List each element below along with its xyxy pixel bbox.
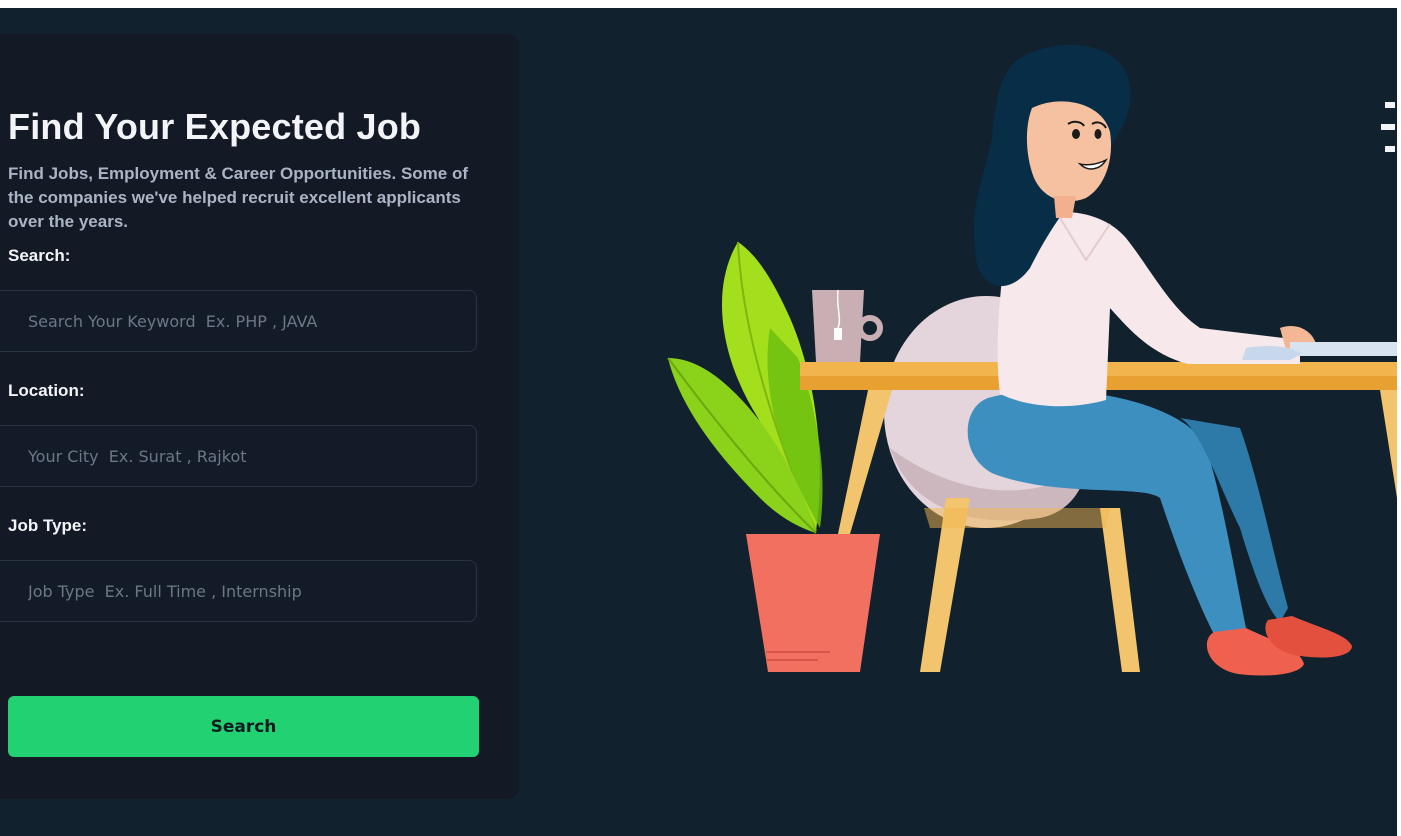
page-subtitle: Find Jobs, Employment & Career Opportuni… xyxy=(8,164,469,231)
plant-icon xyxy=(667,241,823,534)
search-field-box xyxy=(0,290,477,352)
page-title: Find Your Expected Job xyxy=(8,106,422,147)
search-panel: Find Your Expected Job Find Jobs, Employ… xyxy=(0,34,519,799)
location-label: Location: xyxy=(8,381,85,400)
job-type-input[interactable] xyxy=(0,561,476,621)
woman-working-illustration xyxy=(667,44,1397,676)
partial-edge-glyph xyxy=(1381,102,1395,152)
search-button[interactable]: Search xyxy=(8,696,479,757)
location-field-box xyxy=(0,425,477,487)
location-input[interactable] xyxy=(0,426,476,486)
job-type-field-box xyxy=(0,560,477,622)
job-type-label: Job Type: xyxy=(8,516,88,535)
search-input[interactable] xyxy=(0,291,476,351)
job-search-hero: Find Your Expected Job Find Jobs, Employ… xyxy=(0,8,1397,836)
search-label: Search: xyxy=(8,246,71,265)
mug-icon xyxy=(812,289,883,362)
